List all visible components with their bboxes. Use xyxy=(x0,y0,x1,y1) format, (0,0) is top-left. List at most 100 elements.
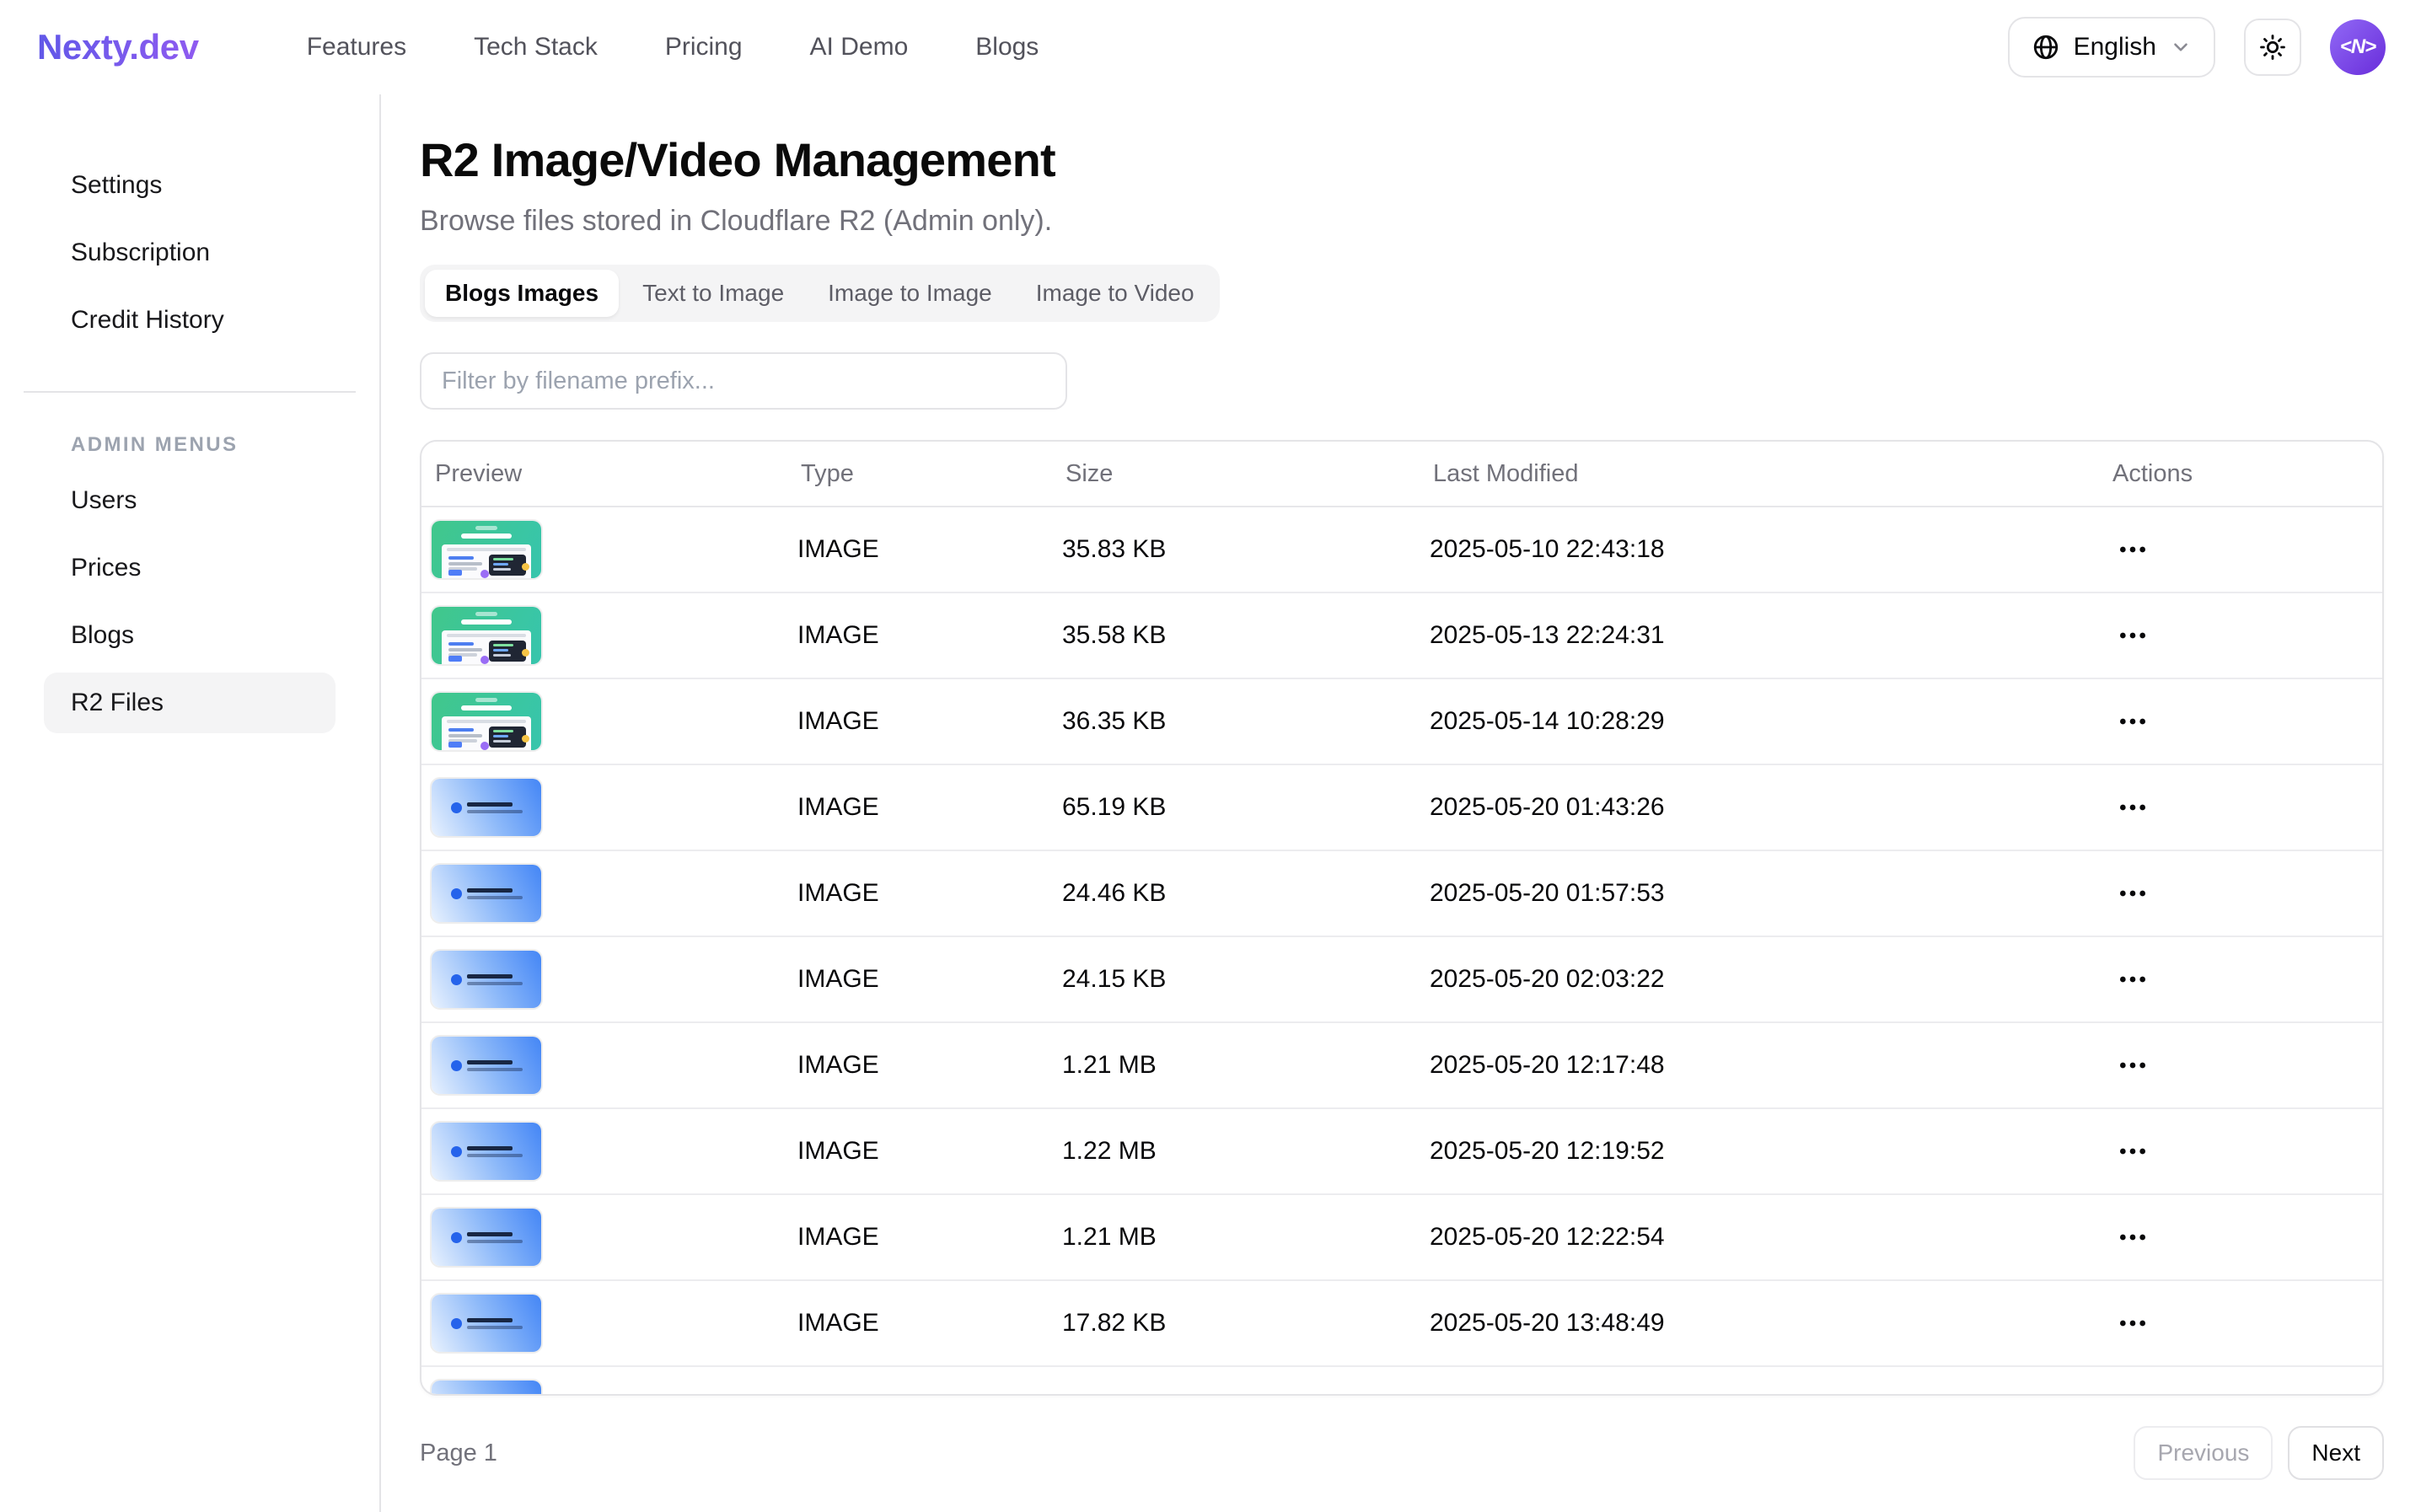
main-content: R2 Image/Video Management Browse files s… xyxy=(381,94,2421,1512)
actions-cell xyxy=(2109,1133,2382,1170)
thumb-heading-line xyxy=(461,533,512,539)
row-actions-button[interactable] xyxy=(2116,875,2166,912)
row-actions-button[interactable] xyxy=(2116,789,2166,826)
nav-link-features[interactable]: Features xyxy=(307,33,406,62)
page-indicator: Page 1 xyxy=(420,1440,497,1467)
actions-cell xyxy=(2109,789,2382,826)
file-thumbnail-green[interactable] xyxy=(432,693,541,750)
table-header-row: PreviewTypeSizeLast ModifiedActions xyxy=(421,442,2382,507)
preview-cell xyxy=(432,1381,797,1396)
file-thumbnail-blue[interactable] xyxy=(432,779,541,836)
modified-cell: 2025-05-20 01:57:53 xyxy=(1430,879,2109,908)
chevron-down-icon xyxy=(2170,36,2192,58)
row-actions-button[interactable] xyxy=(2116,1219,2166,1256)
file-thumbnail-blue[interactable] xyxy=(432,951,541,1008)
thumb-cta-button xyxy=(448,742,462,748)
next-page-button[interactable]: Next xyxy=(2288,1426,2384,1480)
type-cell: IMAGE xyxy=(797,1137,1062,1166)
row-actions-button[interactable] xyxy=(2116,1133,2166,1170)
sidebar-item-subscription[interactable]: Subscription xyxy=(44,223,336,283)
actions-cell xyxy=(2109,875,2382,912)
modified-cell: 2025-05-20 13:48:49 xyxy=(1430,1309,2109,1338)
file-category-tabs: Blogs ImagesText to ImageImage to ImageI… xyxy=(420,265,1220,322)
preview-cell xyxy=(432,1123,797,1180)
size-cell: 35.83 KB xyxy=(1062,535,1430,564)
thumb-badge xyxy=(475,612,497,616)
user-avatar[interactable]: <N> xyxy=(2330,19,2386,75)
file-thumbnail-blue[interactable] xyxy=(432,1381,541,1396)
table-row: IMAGE35.58 KB2025-05-13 22:24:31 xyxy=(421,593,2382,679)
file-thumbnail-green[interactable] xyxy=(432,521,541,578)
type-cell: IMAGE xyxy=(797,621,1062,650)
thumb-text-lines xyxy=(467,974,523,985)
thumb-hero-card xyxy=(442,716,531,750)
thumb-content xyxy=(432,1123,541,1180)
row-actions-button[interactable] xyxy=(2116,1305,2166,1342)
page-subtitle: Browse files stored in Cloudflare R2 (Ad… xyxy=(420,201,2421,241)
file-thumbnail-blue[interactable] xyxy=(432,1123,541,1180)
preview-cell xyxy=(432,1209,797,1266)
more-horizontal-icon xyxy=(2116,1134,2150,1168)
actions-cell xyxy=(2109,703,2382,740)
file-thumbnail-blue[interactable] xyxy=(432,1037,541,1094)
sidebar-item-prices[interactable]: Prices xyxy=(44,538,336,598)
sidebar-item-r2-files[interactable]: R2 Files xyxy=(44,673,336,733)
modified-cell: 2025-05-14 10:28:29 xyxy=(1430,707,2109,736)
actions-cell xyxy=(2109,961,2382,998)
sidebar-admin-section: Users Prices Blogs R2 Files xyxy=(0,470,379,733)
size-cell: 36.35 KB xyxy=(1062,707,1430,736)
preview-cell xyxy=(432,779,797,836)
pagination-buttons: Previous Next xyxy=(2134,1426,2384,1480)
thumb-content xyxy=(432,1381,541,1396)
thumb-text-line xyxy=(448,734,482,737)
type-cell: IMAGE xyxy=(797,707,1062,736)
sidebar-item-settings[interactable]: Settings xyxy=(44,155,336,216)
column-header-type: Type xyxy=(797,460,1062,488)
table-row: IMAGE1.21 MB2025-05-20 12:22:54 xyxy=(421,1195,2382,1281)
sidebar-item-users[interactable]: Users xyxy=(44,470,336,531)
tab-text-to-image[interactable]: Text to Image xyxy=(622,270,804,317)
preview-cell xyxy=(432,1037,797,1094)
row-actions-button[interactable] xyxy=(2116,961,2166,998)
app-shell: SettingsSubscriptionCredit History ADMIN… xyxy=(0,94,2421,1512)
table-row: IMAGE24.46 KB2025-05-20 01:57:53 xyxy=(421,851,2382,937)
row-actions-button[interactable] xyxy=(2116,1047,2166,1084)
row-actions-button[interactable] xyxy=(2116,531,2166,568)
size-cell: 65.19 KB xyxy=(1062,793,1430,822)
thumb-hero-card xyxy=(442,630,531,664)
tab-image-to-video[interactable]: Image to Video xyxy=(1016,270,1215,317)
theme-toggle-button[interactable] xyxy=(2244,19,2301,76)
nav-link-tech-stack[interactable]: Tech Stack xyxy=(474,33,598,62)
row-actions-button[interactable] xyxy=(2116,703,2166,740)
size-cell: 1.22 MB xyxy=(1062,1137,1430,1166)
thumb-hero-card xyxy=(442,544,531,578)
sidebar-item-credit-history[interactable]: Credit History xyxy=(44,290,336,351)
row-actions-button[interactable] xyxy=(2116,617,2166,654)
file-thumbnail-green[interactable] xyxy=(432,607,541,664)
file-thumbnail-blue[interactable] xyxy=(432,1295,541,1352)
language-selector-button[interactable]: English xyxy=(2008,17,2215,78)
nav-link-blogs[interactable]: Blogs xyxy=(975,33,1039,62)
thumb-text-line xyxy=(448,556,474,560)
tab-blogs-images[interactable]: Blogs Images xyxy=(425,270,619,317)
type-cell: IMAGE xyxy=(797,793,1062,822)
modified-cell: 2025-05-13 22:24:31 xyxy=(1430,621,2109,650)
thumb-content xyxy=(432,1037,541,1094)
thumb-logo-dot xyxy=(451,802,462,813)
tab-image-to-image[interactable]: Image to Image xyxy=(808,270,1012,317)
sidebar-item-blogs[interactable]: Blogs xyxy=(44,605,336,666)
thumb-logo-dot xyxy=(451,974,462,985)
thumb-text-lines xyxy=(467,1318,523,1329)
brand-logo[interactable]: Nexty.dev xyxy=(37,27,199,67)
size-cell: 35.58 KB xyxy=(1062,621,1430,650)
file-thumbnail-blue[interactable] xyxy=(432,865,541,922)
previous-page-button[interactable]: Previous xyxy=(2134,1426,2273,1480)
more-horizontal-icon xyxy=(2116,1220,2150,1254)
filename-filter-input[interactable] xyxy=(420,352,1067,410)
nav-link-pricing[interactable]: Pricing xyxy=(665,33,743,62)
nav-link-ai-demo[interactable]: AI Demo xyxy=(810,33,909,62)
size-cell: 17.82 KB xyxy=(1062,1309,1430,1338)
preview-cell xyxy=(432,521,797,578)
file-thumbnail-blue[interactable] xyxy=(432,1209,541,1266)
thumb-code-block xyxy=(489,555,526,576)
